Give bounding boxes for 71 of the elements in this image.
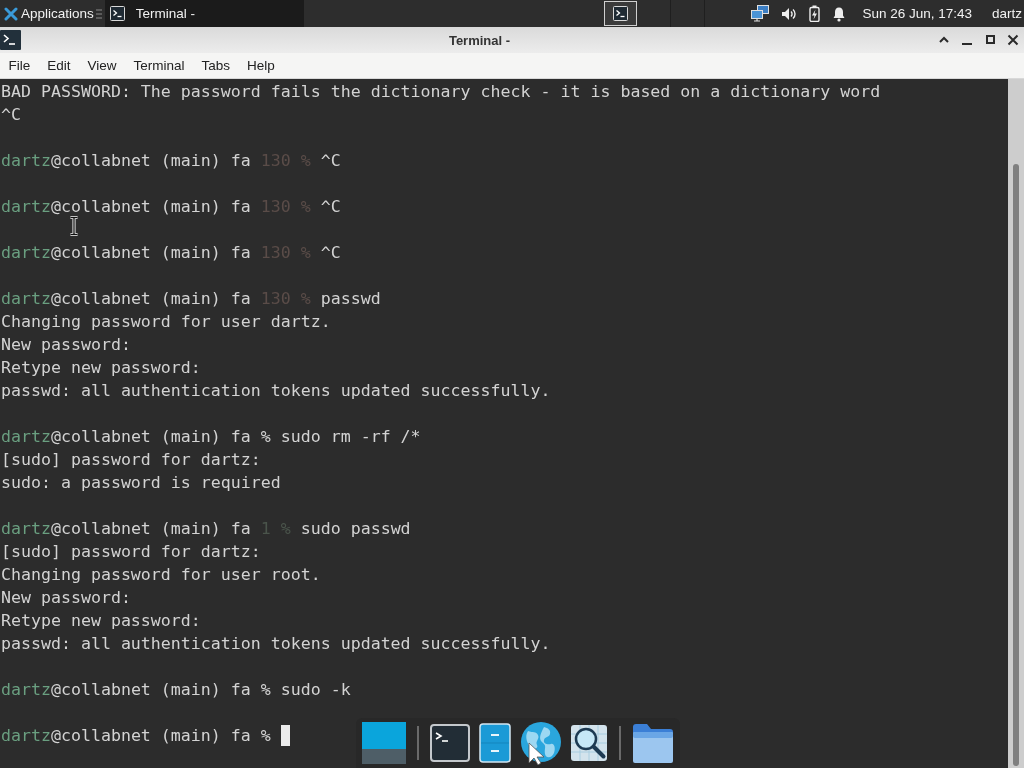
clock-text[interactable]: Sun 26 Jun, 17:43: [862, 6, 972, 21]
terminal-output: Changing password for user root.: [1, 564, 321, 586]
prompt-host: @collabnet (main) fa: [50, 518, 251, 540]
terminal-output: ^C: [1, 104, 21, 126]
file-cabinet-icon[interactable]: [479, 723, 511, 763]
terminal-output: Retype new password:: [1, 610, 201, 632]
workspace-button[interactable]: [604, 1, 638, 26]
prompt-user: dartz: [1, 725, 51, 747]
bell-icon[interactable]: [832, 5, 847, 22]
terminal-output: [sudo] password for dartz:: [1, 449, 261, 471]
menu-item[interactable]: File: [0, 53, 39, 78]
command-text: passwd: [320, 288, 381, 310]
prompt-user: dartz: [1, 426, 51, 448]
prompt-status: %: [260, 725, 271, 747]
prompt-user: dartz: [1, 196, 51, 218]
prompt-host: @collabnet (main) fa: [50, 196, 251, 218]
folder-icon[interactable]: [632, 723, 674, 763]
task-button[interactable]: Terminal -: [104, 0, 304, 27]
desktop-tile-icon[interactable]: [362, 722, 406, 764]
cross-logo-icon: [4, 6, 18, 21]
prompt-user: dartz: [1, 288, 51, 310]
command-text: ^C: [320, 242, 341, 264]
terminal-output: New password:: [1, 587, 131, 609]
terminal-output: Retype new password:: [1, 357, 201, 379]
menu-item[interactable]: Help: [238, 53, 284, 78]
prompt-host: @collabnet (main) fa: [50, 679, 251, 701]
command-text: sudo -k: [280, 679, 351, 701]
network-icon[interactable]: [751, 5, 770, 22]
command-text: sudo passwd: [300, 518, 411, 540]
scrollbar-thumb[interactable]: [1013, 164, 1019, 766]
prompt-status: %: [260, 679, 271, 701]
terminal-output: BAD PASSWORD: The password fails the dictionary check - it is based on a dictionary word: [1, 81, 881, 103]
menu-item[interactable]: Terminal: [125, 53, 194, 78]
terminal-output: Changing password for user dartz.: [1, 311, 331, 333]
menu-item[interactable]: Edit: [38, 53, 80, 78]
window-title: Terminal -: [447, 32, 512, 48]
terminal-output: sudo: a password is required: [1, 472, 281, 494]
globe-pointer-icon[interactable]: [520, 721, 562, 765]
prompt-user: dartz: [1, 150, 51, 172]
menu-item[interactable]: View: [79, 53, 126, 78]
terminal-icon: [109, 6, 125, 21]
command-text: ^C: [320, 150, 341, 172]
terminal-icon[interactable]: [430, 724, 470, 762]
prompt-host: @collabnet (main) fa: [50, 426, 251, 448]
terminal-icon: [613, 6, 629, 21]
command-text: ^C: [320, 196, 341, 218]
command-text: sudo rm -rf /*: [280, 426, 421, 448]
scrollbar-track[interactable]: [1008, 79, 1024, 768]
terminal-output: New password:: [1, 334, 131, 356]
volume-icon[interactable]: [781, 6, 798, 21]
magnifier-icon[interactable]: [571, 724, 608, 762]
menu-item[interactable]: Tabs: [193, 53, 239, 78]
handle-icon: [95, 8, 102, 19]
prompt-user: dartz: [1, 242, 51, 264]
user-name[interactable]: dartz: [992, 6, 1022, 21]
prompt-host: @collabnet (main) fa: [50, 150, 251, 172]
maximize-icon[interactable]: [984, 34, 996, 46]
battery-icon[interactable]: [809, 5, 821, 22]
terminal-output: passwd: all authentication tokens updated successfully.: [1, 633, 551, 655]
terminal-output: [sudo] password for dartz:: [1, 541, 261, 563]
prompt-status: %: [260, 426, 271, 448]
close-icon[interactable]: [1007, 34, 1019, 46]
prompt-host: @collabnet (main) fa: [50, 288, 251, 310]
i-beam-pointer-icon: [69, 216, 79, 236]
terminal-output: passwd: all authentication tokens updated successfully.: [1, 380, 551, 402]
applications-menu[interactable]: Applications: [0, 0, 94, 27]
prompt-user: dartz: [1, 679, 51, 701]
prompt-host: @collabnet (main) fa: [50, 242, 251, 264]
prompt-user: dartz: [1, 518, 51, 540]
terminal-icon: [0, 30, 21, 50]
prompt-host: @collabnet (main) fa: [50, 725, 251, 747]
